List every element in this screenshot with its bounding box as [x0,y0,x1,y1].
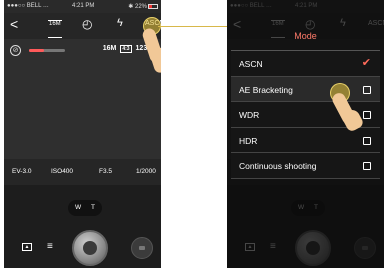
mode-menu-screen: ●●●○○ BELL … 4:21 PM < 16M ◴ ϟ ASCN W T … [227,0,384,268]
mode-item-ae-bracketing[interactable]: AE Bracketing [231,76,380,102]
checkmark-icon: ✔ [361,57,371,69]
carrier-signal: ●●●○○ BELL … [7,3,49,9]
gallery-icon[interactable]: ▲ [22,243,32,251]
checkbox[interactable] [363,136,371,145]
shutter-button[interactable] [72,230,108,266]
mode-item-label: AE Bracketing [239,84,293,95]
callout-line [158,26,228,27]
mode-item-label: WDR [239,110,260,120]
resolution-button[interactable]: 16M [48,20,62,38]
timer-icon[interactable]: ◴ [82,17,92,35]
iso-value[interactable]: ISO400 [51,168,73,175]
aperture-value[interactable]: F3.5 [99,168,112,175]
aspect-ratio: 4:3 [120,45,132,53]
video-record-button[interactable] [131,237,153,259]
mode-item-hdr[interactable]: HDR [231,128,380,153]
zoom-wide-button[interactable]: W [75,204,81,211]
camera-screen: ●●●○○ BELL … 4:21 PM ✱ 22% < 16M ◴ ϟ ASC… [4,0,161,268]
status-time: 4:21 PM [72,3,95,9]
back-button[interactable]: < [10,16,18,34]
status-bar: ●●●○○ BELL … 4:21 PM ✱ 22% [4,0,161,13]
checkbox[interactable] [363,162,371,170]
mode-menu-title: Mode [294,31,317,41]
shutter-speed-value[interactable]: 1/2000 [136,168,156,175]
menu-icon[interactable]: ≡ [47,241,53,252]
mode-item-label: ASCN [239,59,263,69]
top-toolbar: < 16M ◴ ϟ ASCN [4,13,161,39]
flash-icon[interactable]: ϟ [117,17,123,35]
mode-item-continuous-shooting[interactable]: Continuous shooting [231,153,380,179]
zoom-tele-button[interactable]: T [91,204,95,211]
ev-value[interactable]: EV-3.0 [12,168,32,175]
viewfinder[interactable]: ⊘ 16M 4:3 12345 [4,39,161,159]
battery-level-bar [29,49,65,52]
mode-item-ascn[interactable]: ASCN ✔ [231,51,380,77]
checkbox[interactable] [363,85,371,94]
battery-indicator: ✱ 22% [128,3,158,10]
checkbox[interactable] [363,111,371,119]
mode-item-label: Continuous shooting [239,161,317,171]
mode-item-label: HDR [239,135,258,146]
exposure-params: EV-3.0 ISO400 F3.5 1/2000 [4,159,161,185]
stabilizer-icon[interactable]: ⊘ [10,45,21,56]
image-size: 16M [102,45,117,52]
zoom-control[interactable]: W T [68,200,102,216]
control-panel: W T ▲ ≡ [4,185,161,268]
battery-icon [148,3,158,9]
